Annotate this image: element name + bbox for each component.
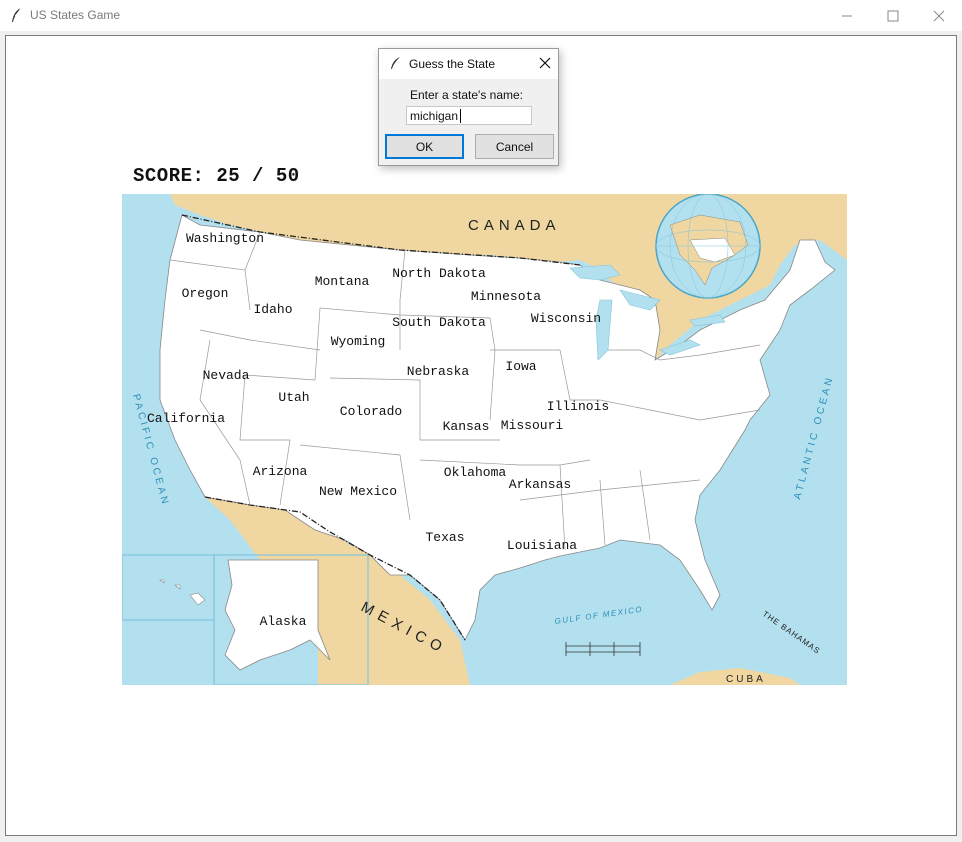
guess-dialog[interactable]: Guess the State Enter a state's name: OK… [378, 48, 559, 166]
close-icon [933, 10, 945, 21]
state-label-wyoming: Wyoming [331, 334, 386, 349]
state-label-oregon: Oregon [182, 286, 229, 301]
state-label-illinois: Illinois [547, 399, 609, 414]
state-label-texas: Texas [425, 530, 464, 545]
close-button[interactable] [916, 0, 962, 31]
state-label-wisconsin: Wisconsin [531, 311, 601, 326]
state-label-louisiana: Louisiana [507, 538, 577, 553]
dialog-title: Guess the State [409, 57, 496, 71]
ok-button[interactable]: OK [385, 134, 464, 159]
dialog-prompt: Enter a state's name: [410, 88, 524, 102]
cuba-label: CUBA [726, 674, 766, 685]
minimize-icon [842, 15, 852, 16]
cancel-button[interactable]: Cancel [475, 134, 554, 159]
state-label-montana: Montana [315, 274, 370, 289]
state-label-washington: Washington [186, 231, 264, 246]
feather-icon [391, 57, 400, 69]
dialog-titlebar[interactable]: Guess the State [379, 49, 558, 79]
close-icon[interactable] [537, 55, 553, 71]
state-label-oklahoma: Oklahoma [444, 465, 507, 480]
globe-inset [655, 194, 761, 299]
state-label-arizona: Arizona [253, 464, 308, 479]
state-label-nebraska: Nebraska [407, 364, 470, 379]
canada-label: CANADA [468, 217, 561, 234]
state-label-north-dakota: North Dakota [392, 266, 486, 281]
state-label-nevada: Nevada [203, 368, 250, 383]
canada-inset-land [318, 555, 365, 685]
state-label-south-dakota: South Dakota [392, 315, 486, 330]
score-display: SCORE: 25 / 50 [133, 165, 300, 187]
state-label-colorado: Colorado [340, 404, 402, 419]
us-map: CANADA MEXICO PACIFIC OCEAN ATLANTIC OCE… [122, 194, 847, 685]
state-label-arkansas: Arkansas [509, 477, 571, 492]
state-name-input[interactable] [406, 106, 532, 125]
feather-icon [12, 7, 22, 22]
text-caret [460, 109, 461, 123]
maximize-icon [887, 10, 899, 21]
state-label-idaho: Idaho [253, 302, 292, 317]
state-label-iowa: Iowa [505, 359, 536, 374]
maximize-button[interactable] [870, 0, 916, 31]
window-title: US States Game [30, 8, 121, 22]
minimize-button[interactable] [824, 0, 870, 31]
state-label-new-mexico: New Mexico [319, 484, 397, 499]
state-label-kansas: Kansas [443, 419, 490, 434]
state-label-missouri: Missouri [501, 418, 564, 433]
window-titlebar[interactable]: US States Game [0, 0, 962, 31]
state-label-alaska: Alaska [260, 614, 307, 629]
state-label-minnesota: Minnesota [471, 289, 541, 304]
state-label-utah: Utah [278, 390, 309, 405]
state-label-california: California [147, 411, 225, 426]
